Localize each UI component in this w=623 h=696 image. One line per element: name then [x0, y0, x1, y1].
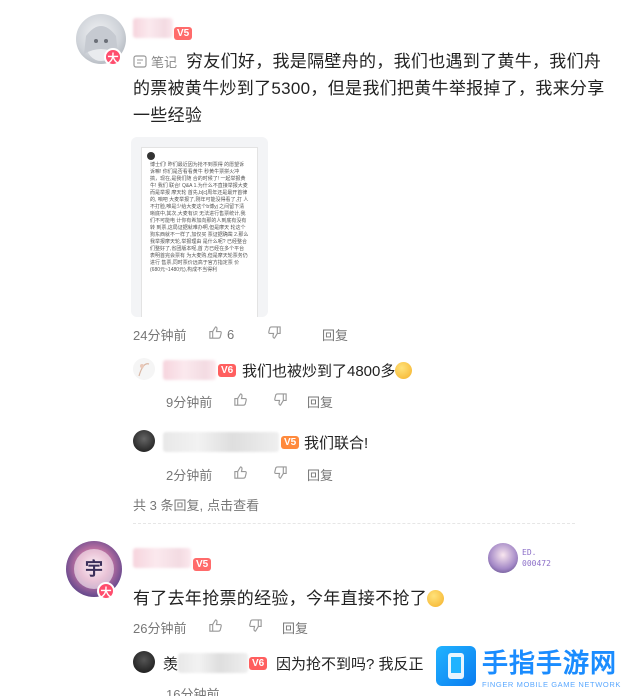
reply-text: 因为抢不到吗? 我反正	[276, 656, 424, 673]
reply-text-content: 我们也被炒到了4800多	[242, 363, 396, 380]
emoji-icon	[427, 590, 445, 607]
comment-actions: 24分钟前 6 回复	[133, 325, 348, 344]
reply-username[interactable]	[163, 432, 279, 452]
comment-actions: 26分钟前 回复	[133, 618, 308, 637]
reply-username[interactable]	[178, 653, 248, 673]
level-badge: V5	[281, 436, 300, 449]
comment-text-content: 有了去年抢票的经验，今年直接不抢了	[133, 589, 428, 608]
level-badge: V6	[249, 657, 268, 670]
watermark-logo-icon	[436, 646, 476, 686]
comment-text: 有了去年抢票的经验，今年直接不抢了	[133, 585, 445, 612]
reply-time: 2分钟前	[166, 468, 213, 483]
like-icon[interactable]	[233, 392, 273, 411]
vip-badge: 大	[97, 582, 115, 600]
watermark: 手指手游网 FINGER MOBILE GAME NETWORK	[432, 636, 623, 696]
divider	[133, 523, 575, 524]
like-icon[interactable]	[233, 465, 273, 484]
watermark-subtitle: FINGER MOBILE GAME NETWORK	[482, 680, 621, 689]
dislike-icon[interactable]	[267, 325, 322, 344]
reply-text: 我们也被炒到了4800多	[242, 360, 413, 381]
comment-line-2: 的票被黄牛炒到了5300，但是我们把黄牛举报掉了，我来分享	[133, 79, 605, 98]
watermark-title: 手指手游网	[482, 648, 618, 678]
side-card-text: ED. 000472	[522, 547, 551, 569]
reply-button[interactable]: 回复	[307, 392, 333, 411]
like-icon[interactable]	[208, 325, 223, 344]
dislike-icon[interactable]	[273, 465, 307, 484]
like-icon[interactable]	[208, 618, 248, 637]
reply-text: 我们联合!	[304, 435, 369, 452]
qq-icon	[147, 152, 155, 160]
reply-username-prefix[interactable]: 羡	[163, 653, 178, 674]
side-card-avatar	[488, 543, 518, 573]
reply-avatar[interactable]	[133, 651, 155, 673]
level-badge: V5	[193, 558, 212, 571]
note-icon	[133, 54, 147, 68]
comment-line-1: 穷友们好，我是隔壁舟的，我们也遇到了黄牛，我们舟	[186, 52, 602, 71]
side-card-line-2: 000472	[522, 559, 551, 568]
comment-image[interactable]: 博士们! 昨们最近因为抢不到票得 的愿望诉诉嘛! 你们是否看看黄牛 秒黄牛票拼火…	[131, 137, 268, 317]
comment-line-3: 一些经验	[133, 106, 203, 125]
reply-username[interactable]	[163, 360, 216, 380]
dislike-icon[interactable]	[248, 618, 282, 637]
username[interactable]	[133, 548, 191, 568]
image-text: 博士们! 昨们最近因为抢不到票得 的愿望诉诉嘛! 你们是否看看黄牛 秒黄牛票拼火…	[150, 162, 249, 273]
like-count: 6	[227, 327, 235, 342]
side-card[interactable]: ED. 000472	[488, 541, 568, 575]
comment-time: 26分钟前	[133, 621, 187, 636]
reply-avatar[interactable]	[133, 358, 155, 380]
reply-button[interactable]: 回复	[307, 465, 333, 484]
note-label: 笔记	[151, 55, 178, 70]
reply-actions: 9分钟前 回复	[166, 392, 333, 411]
view-replies-link[interactable]: 点击查看	[207, 495, 259, 514]
vip-badge: 大	[104, 48, 122, 66]
replies-summary: 共 3 条回复, 点击查看	[133, 495, 259, 514]
username[interactable]	[133, 18, 173, 38]
avatar-glyph: 宇	[85, 558, 103, 580]
comment-time: 24分钟前	[133, 328, 187, 343]
emoji-icon	[395, 362, 413, 379]
dislike-icon[interactable]	[273, 392, 307, 411]
reply-button[interactable]: 回复	[282, 618, 308, 637]
replies-count: 共 3 条回复,	[133, 498, 204, 513]
side-card-line-1: ED.	[522, 548, 537, 557]
level-badge: V5	[174, 27, 193, 40]
reply-avatar[interactable]	[133, 430, 155, 452]
level-badge: V6	[218, 364, 237, 377]
reply-actions: 2分钟前 回复	[166, 465, 333, 484]
reply-button[interactable]: 回复	[322, 325, 348, 344]
image-document: 博士们! 昨们最近因为抢不到票得 的愿望诉诉嘛! 你们是否看看黄牛 秒黄牛票拼火…	[141, 147, 258, 317]
reply-time: 16分钟前	[166, 687, 220, 696]
note-tag: 笔记	[133, 52, 177, 71]
reply-time: 9分钟前	[166, 395, 213, 410]
